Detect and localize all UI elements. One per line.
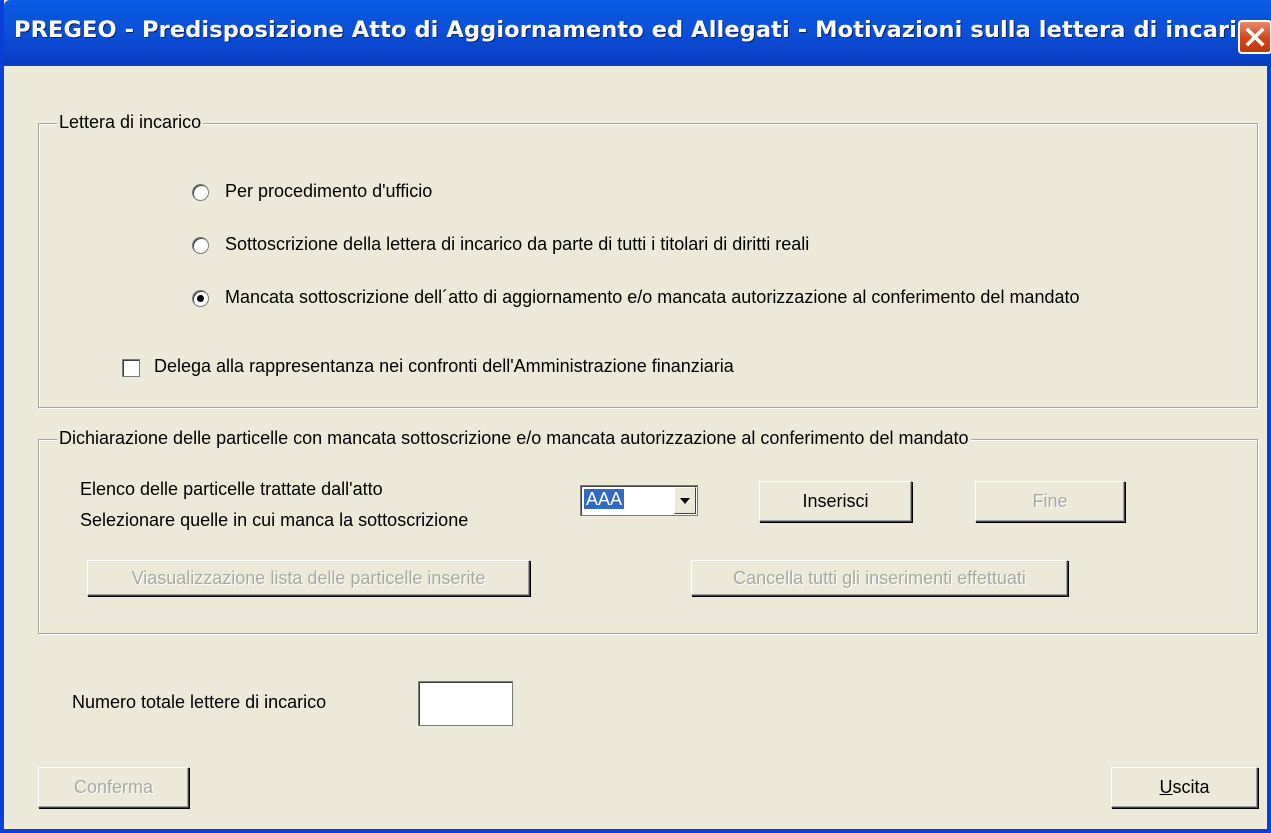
uscita-accelerator: U <box>1159 777 1173 797</box>
radio-procedimento-ufficio[interactable] <box>192 184 209 201</box>
window-title: PREGEO - Predisposizione Atto di Aggiorn… <box>14 17 1267 43</box>
numero-totale-input[interactable] <box>418 681 513 726</box>
title-bar[interactable]: PREGEO - Predisposizione Atto di Aggiorn… <box>4 0 1271 66</box>
radio-sottoscrizione-titolari-label[interactable]: Sottoscrizione della lettera di incarico… <box>225 234 809 255</box>
radio-procedimento-ufficio-label[interactable]: Per procedimento d'ufficio <box>225 181 432 202</box>
dialog-window: PREGEO - Predisposizione Atto di Aggiorn… <box>0 0 1271 833</box>
inserisci-button[interactable]: Inserisci <box>759 481 912 522</box>
combo-selected-value: AAA <box>584 489 625 509</box>
particelle-combobox[interactable]: AAA <box>580 485 698 516</box>
dichiarazione-groupbox: Dichiarazione delle particelle con manca… <box>38 428 1258 634</box>
radio-mancata-sottoscrizione[interactable] <box>192 290 209 307</box>
visualizza-lista-button[interactable]: Viasualizzazione lista delle particelle … <box>87 560 530 596</box>
fine-button[interactable]: Fine <box>975 481 1125 522</box>
selezionare-label: Selezionare quelle in cui manca la sotto… <box>80 510 469 530</box>
uscita-label: scita <box>1172 777 1210 797</box>
close-button[interactable] <box>1238 20 1271 54</box>
lettera-legend: Lettera di incarico <box>57 112 204 133</box>
combo-dropdown-button[interactable] <box>674 487 696 514</box>
conferma-button[interactable]: Conferma <box>38 767 189 808</box>
uscita-button[interactable]: Uscita <box>1111 767 1258 808</box>
numero-totale-label: Numero totale lettere di incarico <box>72 692 327 712</box>
radio-sottoscrizione-titolari[interactable] <box>192 237 209 254</box>
radio-mancata-sottoscrizione-label[interactable]: Mancata sottoscrizione dell´atto di aggi… <box>225 287 1080 308</box>
dichiarazione-legend: Dichiarazione delle particelle con manca… <box>57 428 971 449</box>
close-icon <box>1245 27 1265 47</box>
cancella-inserimenti-button[interactable]: Cancella tutti gli inserimenti effettuat… <box>691 560 1068 596</box>
elenco-particelle-label: Elenco delle particelle trattate dall'at… <box>80 479 383 499</box>
chevron-down-icon <box>680 497 690 504</box>
delega-checkbox-label[interactable]: Delega alla rappresentanza nei confronti… <box>154 356 734 377</box>
delega-checkbox[interactable] <box>122 359 140 377</box>
